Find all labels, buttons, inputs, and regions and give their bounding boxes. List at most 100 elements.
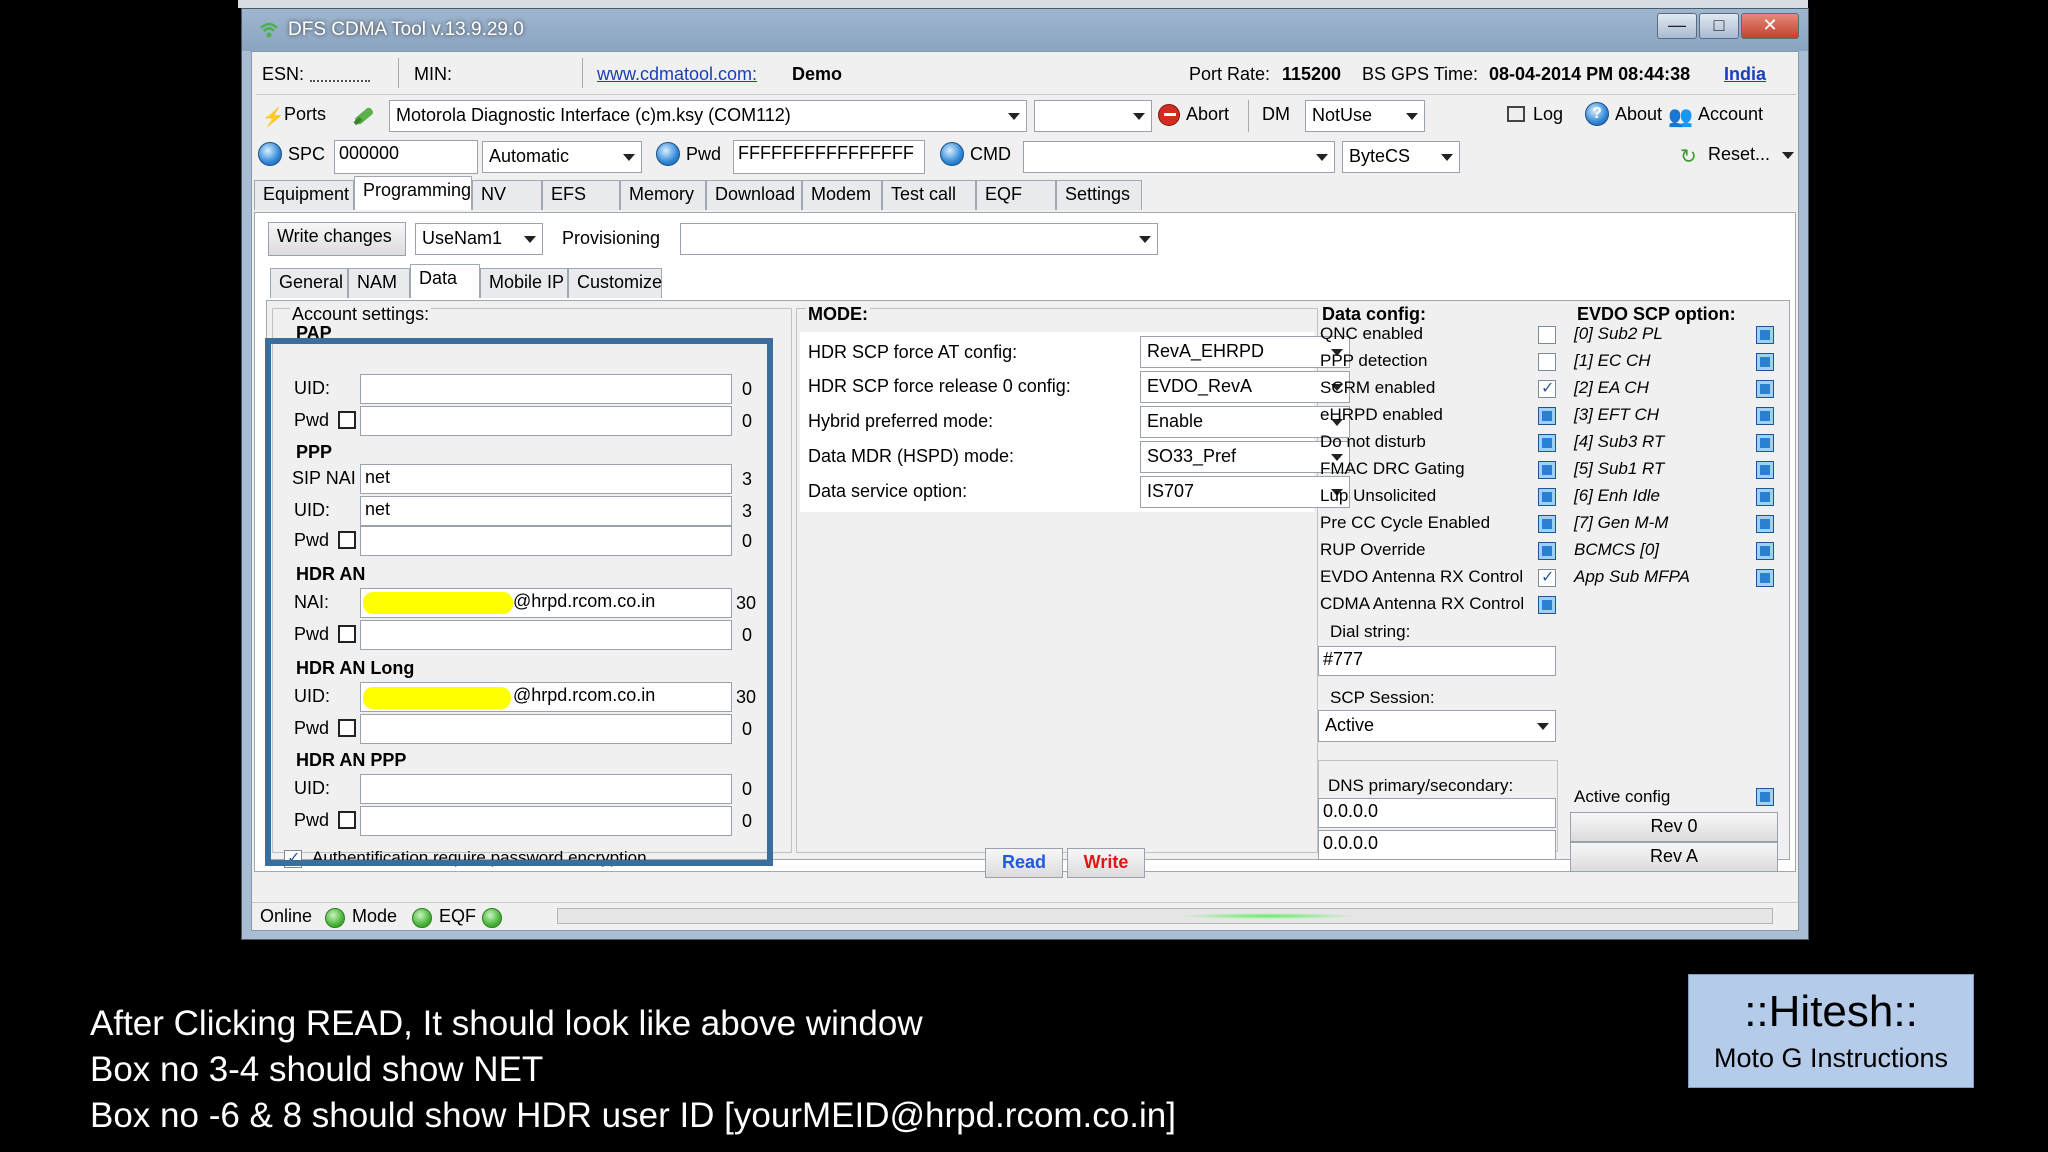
account-label: Account bbox=[1698, 104, 1764, 124]
mode-label-mdr: Data MDR (HSPD) mode: bbox=[808, 446, 1015, 466]
provisioning-select[interactable] bbox=[680, 223, 1158, 255]
active-config-checkbox[interactable] bbox=[1756, 788, 1774, 806]
progress-indicator bbox=[1178, 913, 1358, 919]
evdo-scp-item: [4] Sub3 RT bbox=[1572, 430, 1786, 457]
chevron-down-icon bbox=[1008, 113, 1020, 120]
scp-session-value: Active bbox=[1325, 715, 1375, 735]
country-link[interactable]: India bbox=[1724, 64, 1766, 85]
evdo-scp-checkbox[interactable] bbox=[1756, 380, 1774, 398]
data-config-item-label: Lup Unsolicited bbox=[1320, 486, 1437, 505]
cmd-send-icon[interactable] bbox=[940, 142, 964, 166]
subtab-data[interactable]: Data bbox=[410, 264, 480, 298]
evdo-scp-checkbox[interactable] bbox=[1756, 515, 1774, 533]
pwd-label: Pwd bbox=[686, 144, 722, 164]
website-link[interactable]: www.cdmatool.com: bbox=[597, 64, 757, 85]
chevron-down-icon bbox=[524, 236, 536, 243]
chevron-down-icon[interactable] bbox=[1782, 152, 1794, 159]
tab-settings[interactable]: Settings bbox=[1056, 180, 1142, 210]
data-config-checkbox[interactable] bbox=[1538, 326, 1556, 344]
data-config-checkbox[interactable] bbox=[1538, 407, 1556, 425]
evdo-scp-checkbox[interactable] bbox=[1756, 326, 1774, 344]
data-config-checkbox[interactable] bbox=[1538, 353, 1556, 371]
subtab-customize[interactable]: Customize bbox=[568, 268, 662, 298]
mode-rows: HDR SCP force AT config: RevA_EHRPD HDR … bbox=[800, 332, 1350, 512]
evdo-scp-item-label: [7] Gen M-M bbox=[1574, 513, 1669, 532]
data-config-item-label: PPP detection bbox=[1320, 351, 1428, 370]
evdo-scp-checkbox[interactable] bbox=[1756, 461, 1774, 479]
tab-test-call[interactable]: Test call bbox=[882, 180, 976, 210]
users-icon: 👥 bbox=[1668, 106, 1693, 128]
mode-status-icon bbox=[412, 908, 432, 928]
bs-gps-value: 08-04-2014 PM 08:44:38 bbox=[1489, 64, 1691, 84]
write-button[interactable]: Write bbox=[1067, 848, 1145, 878]
write-changes-button[interactable]: Write changes bbox=[268, 222, 406, 256]
spc-read-icon[interactable] bbox=[258, 142, 282, 166]
title-bar[interactable]: DFS CDMA Tool v.13.9.29.0 — □ ✕ bbox=[242, 9, 1808, 51]
nam-select[interactable]: UseNam1 bbox=[415, 223, 543, 255]
tab-efs[interactable]: EFS bbox=[542, 180, 620, 210]
chevron-down-icon bbox=[1316, 154, 1328, 161]
port-rate-value: 115200 bbox=[1282, 64, 1342, 84]
tab-memory[interactable]: Memory bbox=[620, 180, 706, 210]
data-config-checkbox[interactable] bbox=[1538, 461, 1556, 479]
data-config-checkbox[interactable] bbox=[1538, 567, 1556, 587]
background-toolbar-strip bbox=[238, 0, 1808, 8]
port-select[interactable] bbox=[1034, 100, 1152, 132]
evdo-scp-checkbox[interactable] bbox=[1756, 488, 1774, 506]
evdo-scp-checkbox[interactable] bbox=[1756, 542, 1774, 560]
subtab-general[interactable]: General bbox=[270, 268, 348, 298]
data-config-checkbox[interactable] bbox=[1538, 378, 1556, 398]
pwd-input[interactable]: FFFFFFFFFFFFFFFF bbox=[733, 140, 925, 174]
data-config-list: QNC enabled PPP detection SCRM enabled eHRP… bbox=[1318, 322, 1558, 622]
reva-button[interactable]: Rev A bbox=[1570, 842, 1778, 872]
evdo-scp-item: [3] EFT CH bbox=[1572, 403, 1786, 430]
chevron-down-icon bbox=[1441, 154, 1453, 161]
mode-label-hybrid: Hybrid preferred mode: bbox=[808, 411, 994, 431]
evdo-scp-checkbox[interactable] bbox=[1756, 569, 1774, 587]
cmd-input[interactable] bbox=[1023, 141, 1335, 173]
close-button[interactable]: ✕ bbox=[1741, 13, 1799, 39]
mode-demo-text: Demo bbox=[792, 64, 843, 84]
help-icon: ? bbox=[1585, 102, 1609, 126]
spc-mode-select[interactable]: Automatic bbox=[482, 141, 642, 173]
tab-programming[interactable]: Programming bbox=[354, 176, 472, 210]
eqf-status-icon bbox=[482, 908, 502, 928]
data-config-checkbox[interactable] bbox=[1538, 515, 1556, 533]
rev0-button[interactable]: Rev 0 bbox=[1570, 812, 1778, 842]
tab-eqf[interactable]: EQF bbox=[976, 180, 1056, 210]
data-config-item-label: EVDO Antenna RX Control bbox=[1320, 567, 1524, 586]
format-select[interactable]: ByteCS bbox=[1342, 141, 1460, 173]
dial-string-input[interactable]: #777 bbox=[1318, 646, 1556, 676]
spc-mode-value: Automatic bbox=[489, 146, 570, 166]
connect-icon[interactable] bbox=[350, 102, 378, 130]
scp-session-select[interactable]: Active bbox=[1318, 710, 1556, 742]
subtab-nam[interactable]: NAM bbox=[348, 268, 410, 298]
evdo-scp-checkbox[interactable] bbox=[1756, 407, 1774, 425]
dm-select[interactable]: NotUse bbox=[1305, 100, 1425, 132]
pwd-read-icon[interactable] bbox=[656, 142, 680, 166]
log-label: Log bbox=[1533, 104, 1564, 124]
minimize-button[interactable]: — bbox=[1657, 13, 1697, 39]
data-config-checkbox[interactable] bbox=[1538, 596, 1556, 614]
evdo-scp-checkbox[interactable] bbox=[1756, 353, 1774, 371]
data-config-checkbox[interactable] bbox=[1538, 488, 1556, 506]
interface-select[interactable]: Motorola Diagnostic Interface (c)m.ksy (… bbox=[389, 100, 1027, 132]
tab-download[interactable]: Download bbox=[706, 180, 802, 210]
dns-secondary-input[interactable]: 0.0.0.0 bbox=[1318, 830, 1556, 860]
data-config-checkbox[interactable] bbox=[1538, 542, 1556, 560]
read-button[interactable]: Read bbox=[985, 848, 1063, 878]
evdo-scp-item: App Sub MFPA bbox=[1572, 565, 1786, 592]
evdo-scp-checkbox[interactable] bbox=[1756, 434, 1774, 452]
maximize-button[interactable]: □ bbox=[1699, 13, 1739, 39]
author-badge: ::Hitesh:: Moto G Instructions bbox=[1688, 974, 1974, 1088]
dns-primary-input[interactable]: 0.0.0.0 bbox=[1318, 798, 1556, 828]
tab-nv[interactable]: NV bbox=[472, 180, 542, 210]
format-value: ByteCS bbox=[1349, 146, 1411, 166]
data-config-checkbox[interactable] bbox=[1538, 434, 1556, 452]
tab-modem[interactable]: Modem bbox=[802, 180, 882, 210]
spc-input[interactable]: 000000 bbox=[334, 140, 478, 174]
dm-label: DM bbox=[1262, 104, 1290, 124]
subtab-mobile-ip[interactable]: Mobile IP bbox=[480, 268, 568, 298]
tab-equipment[interactable]: Equipment bbox=[254, 180, 354, 210]
badge-title: ::Hitesh:: bbox=[1744, 987, 1918, 1036]
